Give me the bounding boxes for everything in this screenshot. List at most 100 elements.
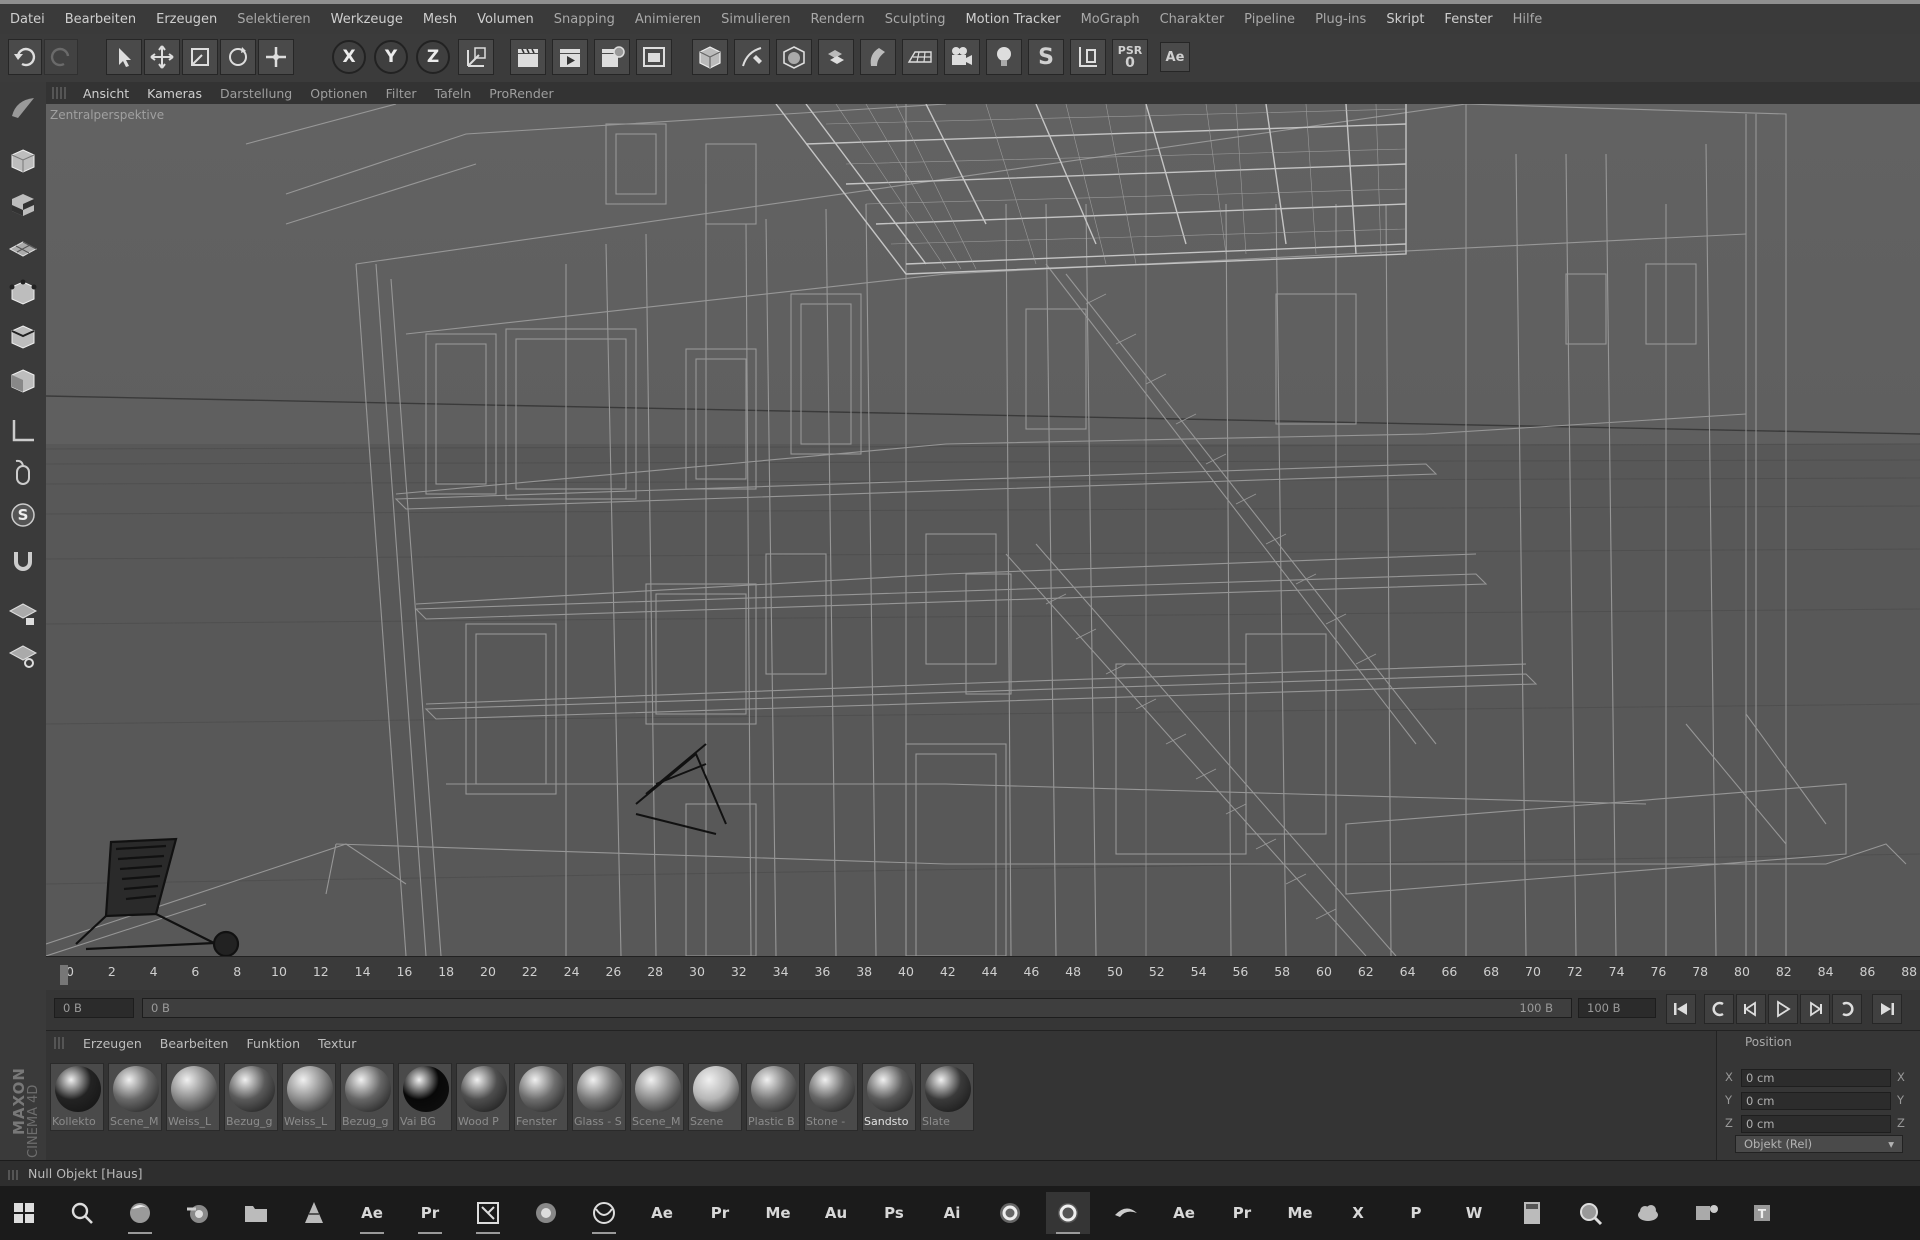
workplane-mode-button[interactable]: [4, 230, 42, 268]
subdivision-surface-button[interactable]: [776, 39, 812, 75]
material-menu-bearbeiten[interactable]: Bearbeiten: [151, 1036, 238, 1051]
material-swatch[interactable]: Glass - S: [572, 1063, 626, 1131]
taskbar-chrome-icon[interactable]: [582, 1192, 626, 1234]
menu-selektieren[interactable]: Selektieren: [227, 12, 320, 27]
panel-grip[interactable]: [52, 87, 66, 99]
menu-sculpting[interactable]: Sculpting: [875, 12, 956, 27]
menu-pipeline[interactable]: Pipeline: [1234, 12, 1305, 27]
menu-volumen[interactable]: Volumen: [467, 12, 544, 27]
material-menu-funktion[interactable]: Funktion: [237, 1036, 309, 1051]
material-swatch[interactable]: Bezug_g: [340, 1063, 394, 1131]
picture-viewer-button[interactable]: [636, 39, 672, 75]
coordinate-system-button[interactable]: [458, 39, 494, 75]
taskbar-magnifier-icon[interactable]: [1568, 1192, 1612, 1234]
taskbar-windows-start-icon[interactable]: [2, 1192, 46, 1234]
step-forward-button[interactable]: [1800, 994, 1830, 1024]
menu-datei[interactable]: Datei: [0, 12, 55, 27]
psr-button[interactable]: PSR 0: [1112, 39, 1148, 75]
go-to-start-button[interactable]: [1666, 994, 1696, 1024]
spline-pen-button[interactable]: [734, 39, 770, 75]
axis-mode-button[interactable]: [4, 412, 42, 450]
material-swatch[interactable]: Slate: [920, 1063, 974, 1131]
taskbar-powerpoint-app[interactable]: P: [1394, 1192, 1438, 1234]
menu-plug-ins[interactable]: Plug-ins: [1305, 12, 1376, 27]
coordinate-mode-dropdown[interactable]: Objekt (Rel) ▾: [1735, 1135, 1903, 1153]
viewport-menu-optionen[interactable]: Optionen: [301, 86, 376, 101]
material-swatch[interactable]: Weiss_L: [166, 1063, 220, 1131]
array-generator-button[interactable]: [818, 39, 854, 75]
workplane-button[interactable]: [1070, 39, 1106, 75]
menu-motion-tracker[interactable]: Motion Tracker: [955, 12, 1070, 27]
snapping-button[interactable]: S: [4, 496, 42, 534]
material-menu-erzeugen[interactable]: Erzeugen: [74, 1036, 151, 1051]
snap-toggle-button[interactable]: S: [1028, 39, 1064, 75]
taskbar-media-encoder-app[interactable]: Me: [756, 1192, 800, 1234]
current-frame-field[interactable]: 0 B: [54, 998, 134, 1018]
taskbar-after-effects-2-app[interactable]: Ae: [1162, 1192, 1206, 1234]
undo-button[interactable]: [8, 39, 42, 75]
cube-primitive-button[interactable]: [692, 39, 728, 75]
menu-animieren[interactable]: Animieren: [625, 12, 711, 27]
material-swatch[interactable]: Wood P: [456, 1063, 510, 1131]
go-to-end-button[interactable]: [1872, 994, 1902, 1024]
menu-charakter[interactable]: Charakter: [1150, 12, 1235, 27]
taskbar-after-effects-cc-app[interactable]: Ae: [640, 1192, 684, 1234]
sculpt-mode-button[interactable]: [4, 88, 42, 126]
taskbar-teams-icon[interactable]: [1684, 1192, 1728, 1234]
after-effects-export-button[interactable]: Ae: [1160, 42, 1190, 72]
taskbar-cinema4d-icon[interactable]: [1046, 1192, 1090, 1234]
taskbar-motion-icon[interactable]: [1104, 1192, 1148, 1234]
locked-workplane-button[interactable]: [4, 594, 42, 632]
viewport-menu-filter[interactable]: Filter: [377, 86, 426, 101]
material-swatch[interactable]: Stone -: [804, 1063, 858, 1131]
taskbar-vlc-icon[interactable]: [292, 1192, 336, 1234]
material-swatch[interactable]: Szene: [688, 1063, 742, 1131]
viewport-menu-tafeln[interactable]: Tafeln: [426, 86, 481, 101]
taskbar-file-explorer-icon[interactable]: [234, 1192, 278, 1234]
tweak-mode-button[interactable]: [4, 454, 42, 492]
taskbar-cloud-icon[interactable]: [1626, 1192, 1670, 1234]
taskbar-premiere-app[interactable]: Pr: [408, 1192, 452, 1234]
menu-werkzeuge[interactable]: Werkzeuge: [321, 12, 413, 27]
position-y-field[interactable]: 0 cm: [1741, 1092, 1891, 1110]
light-object-button[interactable]: [986, 39, 1022, 75]
end-frame-field[interactable]: 100 B: [1578, 998, 1656, 1018]
model-mode-button[interactable]: [4, 142, 42, 180]
menu-mograph[interactable]: MoGraph: [1071, 12, 1150, 27]
texture-mode-button[interactable]: [4, 186, 42, 224]
render-view-button[interactable]: [510, 39, 546, 75]
taskbar-calculator-icon[interactable]: [1510, 1192, 1554, 1234]
material-swatch[interactable]: Weiss_L: [282, 1063, 336, 1131]
menu-snapping[interactable]: Snapping: [544, 12, 625, 27]
material-menu-textur[interactable]: Textur: [309, 1036, 365, 1051]
planar-workplane-button[interactable]: [4, 636, 42, 674]
y-axis-lock-button[interactable]: Y: [374, 40, 408, 74]
step-back-button[interactable]: [1736, 994, 1766, 1024]
taskbar-media-encoder-2-app[interactable]: Me: [1278, 1192, 1322, 1234]
material-swatch[interactable]: Fenster: [514, 1063, 568, 1131]
redo-button[interactable]: [44, 39, 78, 75]
material-swatch[interactable]: Vai BG: [398, 1063, 452, 1131]
magnet-button[interactable]: [4, 542, 42, 580]
viewport-menu-kameras[interactable]: Kameras: [138, 86, 211, 101]
floor-object-button[interactable]: [902, 39, 938, 75]
material-swatch[interactable]: Scene_M: [630, 1063, 684, 1131]
3d-viewport[interactable]: Zentralperspektive: [46, 104, 1920, 956]
edges-mode-button[interactable]: [4, 318, 42, 356]
menu-mesh[interactable]: Mesh: [413, 12, 467, 27]
menu-bearbeiten[interactable]: Bearbeiten: [55, 12, 146, 27]
taskbar-after-effects-app[interactable]: Ae: [350, 1192, 394, 1234]
previous-key-button[interactable]: [1704, 994, 1734, 1024]
next-key-button[interactable]: [1832, 994, 1862, 1024]
material-swatch[interactable]: Bezug_g: [224, 1063, 278, 1131]
position-z-field[interactable]: 0 cm: [1741, 1115, 1891, 1133]
menu-hilfe[interactable]: Hilfe: [1503, 12, 1553, 27]
menu-fenster[interactable]: Fenster: [1434, 12, 1502, 27]
taskbar-word-app[interactable]: W: [1452, 1192, 1496, 1234]
taskbar-excel-app[interactable]: X: [1336, 1192, 1380, 1234]
material-swatch[interactable]: Sandsto: [862, 1063, 916, 1131]
menu-skript[interactable]: Skript: [1376, 12, 1434, 27]
viewport-menu-ansicht[interactable]: Ansicht: [74, 86, 138, 101]
playhead[interactable]: [60, 965, 68, 985]
camera-object-button[interactable]: [944, 39, 980, 75]
